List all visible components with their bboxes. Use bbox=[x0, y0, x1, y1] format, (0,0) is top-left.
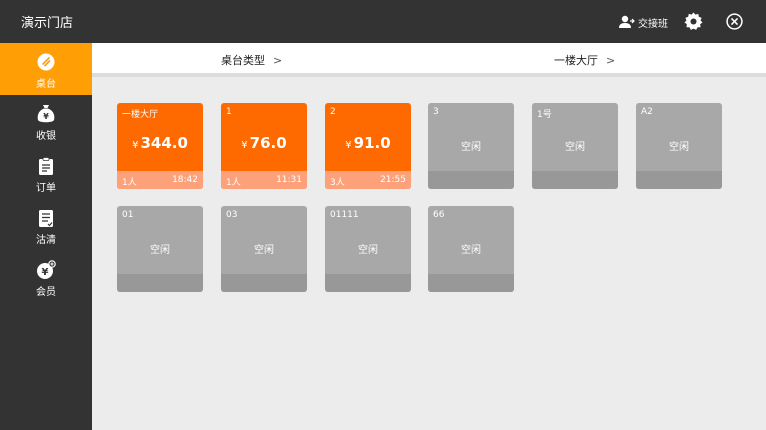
chevron-right-icon: > bbox=[273, 54, 283, 67]
table-status: 空闲 bbox=[358, 245, 378, 256]
chevron-right-icon: > bbox=[606, 54, 616, 67]
table-footer bbox=[532, 171, 618, 189]
table-tile[interactable]: 03 空闲 bbox=[221, 206, 307, 292]
sidebar-item-label: 收银 bbox=[36, 131, 56, 142]
table-name: A2 bbox=[641, 107, 653, 117]
guest-count: 1人 bbox=[122, 178, 137, 188]
table-name: 一楼大厅 bbox=[122, 110, 159, 120]
svg-text:¥: ¥ bbox=[42, 267, 49, 278]
table-type-filter[interactable]: 桌台类型 > bbox=[221, 52, 282, 68]
table-status: 空闲 bbox=[565, 142, 585, 153]
table-name: 03 bbox=[226, 210, 238, 220]
table-name: 01111 bbox=[330, 210, 359, 220]
shift-handover-button[interactable]: 交接班 bbox=[619, 13, 668, 31]
open-time: 18:42 bbox=[172, 175, 198, 185]
svg-text:¥: ¥ bbox=[43, 112, 49, 121]
table-footer bbox=[636, 171, 722, 189]
table-amount: ¥344.0 bbox=[132, 134, 188, 152]
sidebar-item-members[interactable]: ¥ 会员 bbox=[0, 251, 92, 303]
guest-count: 3人 bbox=[330, 178, 345, 188]
table-amount: ¥76.0 bbox=[241, 134, 287, 152]
table-tile[interactable]: 01 空闲 bbox=[117, 206, 203, 292]
table-footer: 1人 18:42 bbox=[117, 171, 203, 189]
shift-handover-label: 交接班 bbox=[638, 18, 668, 30]
filter-bar: 桌台类型 > 一楼大厅 > bbox=[92, 43, 766, 77]
open-time: 11:31 bbox=[276, 175, 302, 185]
table-status: 空闲 bbox=[669, 142, 689, 153]
table-footer bbox=[117, 274, 203, 292]
table-name: 3 bbox=[433, 107, 439, 117]
top-bar: 演示门店 交接班 bbox=[0, 0, 766, 43]
table-amount: ¥91.0 bbox=[345, 134, 391, 152]
sold-out-icon bbox=[39, 209, 53, 227]
table-footer bbox=[221, 274, 307, 292]
table-status: 空闲 bbox=[461, 142, 481, 153]
area-filter[interactable]: 一楼大厅 > bbox=[554, 52, 615, 68]
table-tile[interactable]: 3 空闲 bbox=[428, 103, 514, 189]
table-footer: 3人 21:55 bbox=[325, 171, 411, 189]
sidebar-item-cashier[interactable]: ¥ 收银 bbox=[0, 95, 92, 147]
table-tile[interactable]: 2 ¥91.0 3人 21:55 bbox=[325, 103, 411, 189]
sidebar-item-label: 会员 bbox=[36, 287, 56, 298]
money-bag-icon: ¥ bbox=[37, 105, 55, 123]
table-status: 空闲 bbox=[461, 245, 481, 256]
table-name: 1 bbox=[226, 107, 232, 117]
sidebar-item-label: 订单 bbox=[36, 183, 56, 194]
table-tile[interactable]: 1号 空闲 bbox=[532, 103, 618, 189]
table-name: 66 bbox=[433, 210, 445, 220]
guest-count: 1人 bbox=[226, 178, 241, 188]
table-tile[interactable]: 1 ¥76.0 1人 11:31 bbox=[221, 103, 307, 189]
table-tile[interactable]: 一楼大厅 ¥344.0 1人 18:42 bbox=[117, 103, 203, 189]
user-swap-icon bbox=[619, 15, 635, 28]
sidebar-item-sold-out[interactable]: 沽清 bbox=[0, 199, 92, 251]
member-icon: ¥ bbox=[37, 260, 56, 279]
area-label: 一楼大厅 bbox=[554, 54, 598, 67]
open-time: 21:55 bbox=[380, 175, 406, 185]
table-status: 空闲 bbox=[254, 245, 274, 256]
table-name: 2 bbox=[330, 107, 336, 117]
sidebar-item-orders[interactable]: 订单 bbox=[0, 147, 92, 199]
sidebar-item-label: 沽清 bbox=[36, 235, 56, 246]
table-name: 01 bbox=[122, 210, 134, 220]
sidebar-item-tables[interactable]: 桌台 bbox=[0, 43, 92, 95]
store-title: 演示门店 bbox=[21, 16, 74, 31]
table-name: 1号 bbox=[537, 110, 552, 120]
sidebar-item-label: 桌台 bbox=[36, 79, 56, 90]
table-tile[interactable]: 66 空闲 bbox=[428, 206, 514, 292]
table-footer bbox=[325, 274, 411, 292]
table-footer: 1人 11:31 bbox=[221, 171, 307, 189]
table-status: 空闲 bbox=[150, 245, 170, 256]
gear-icon[interactable] bbox=[684, 12, 703, 31]
order-icon bbox=[39, 156, 53, 175]
table-tile[interactable]: 01111 空闲 bbox=[325, 206, 411, 292]
sidebar: 桌台 ¥ 收银 订单 沽清 ¥ 会员 bbox=[0, 43, 92, 430]
table-footer bbox=[428, 171, 514, 189]
table-tile[interactable]: A2 空闲 bbox=[636, 103, 722, 189]
table-icon bbox=[37, 53, 55, 71]
close-icon[interactable] bbox=[725, 12, 744, 31]
table-type-label: 桌台类型 bbox=[221, 54, 265, 67]
table-footer bbox=[428, 274, 514, 292]
